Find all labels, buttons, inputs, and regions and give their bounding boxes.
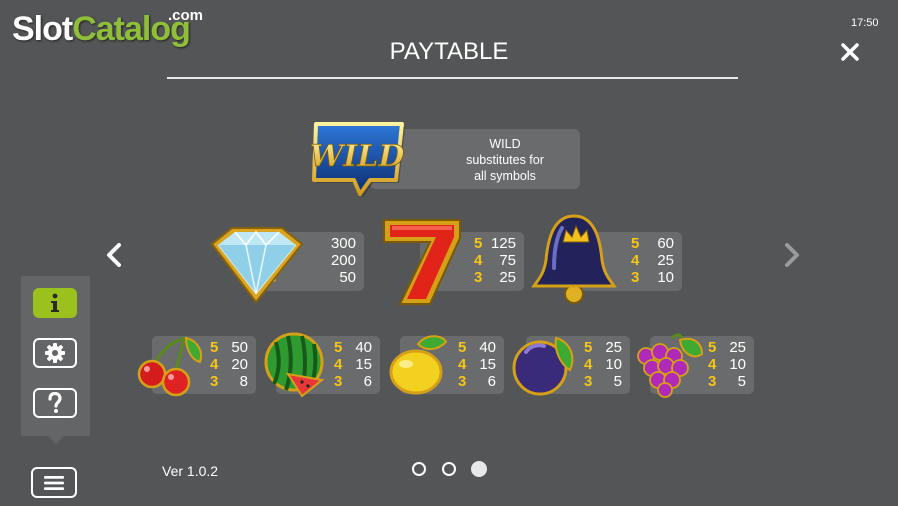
pay-value: 125 <box>490 235 516 252</box>
pay-value: 8 <box>239 373 248 390</box>
pay-count: 5 <box>334 339 343 356</box>
status-clock: 17:50 <box>851 17 879 29</box>
bell-icon <box>531 214 617 304</box>
cherries-icon <box>137 336 202 397</box>
page-dot-2[interactable] <box>442 462 456 476</box>
settings-button[interactable] <box>33 338 77 368</box>
lemon-symbol <box>388 332 450 398</box>
wild-description: WILD substitutes for all symbols <box>430 136 580 184</box>
pay-value: 40 <box>355 339 372 356</box>
pay-count: 5 <box>458 339 467 356</box>
wild-line-2: substitutes for <box>466 153 544 167</box>
lemon-icon <box>389 335 448 395</box>
wild-line-3: all symbols <box>474 169 536 183</box>
info-button[interactable] <box>33 288 77 318</box>
page-title: PAYTABLE <box>389 38 509 65</box>
chevron-right-icon <box>785 243 799 267</box>
pay-value: 50 <box>339 269 356 286</box>
side-menu-pointer <box>48 436 64 444</box>
grapes-symbol <box>632 330 706 398</box>
wild-title: WILD <box>489 137 521 151</box>
pay-value: 60 <box>657 235 674 252</box>
pay-count: 3 <box>584 373 593 390</box>
menu-button[interactable] <box>31 467 77 498</box>
page-dot-1[interactable] <box>412 462 426 476</box>
pay-count: 3 <box>334 373 343 390</box>
pay-value: 20 <box>231 356 248 373</box>
logo-com-text: .com <box>168 7 204 24</box>
watermelon-symbol <box>262 330 328 398</box>
diamond-icon <box>210 227 304 304</box>
pay-value: 10 <box>605 356 622 373</box>
pay-count: 5 <box>474 235 483 252</box>
pay-value: 40 <box>479 339 496 356</box>
pay-value: 75 <box>499 252 516 269</box>
help-button[interactable] <box>33 388 77 418</box>
pay-count: 4 <box>210 356 219 373</box>
pay-value: 5 <box>613 373 622 390</box>
pay-count: 4 <box>708 356 717 373</box>
pay-value: 6 <box>487 373 496 390</box>
next-page-button[interactable] <box>782 240 802 270</box>
pay-count: 3 <box>474 269 483 286</box>
info-icon <box>51 293 59 312</box>
pay-count: 4 <box>334 356 343 373</box>
title-divider <box>167 77 738 79</box>
bell-symbol <box>530 212 618 308</box>
seven-icon <box>383 219 461 305</box>
plum-icon <box>512 336 574 396</box>
grapes-icon <box>637 333 704 398</box>
pay-count: 4 <box>474 252 483 269</box>
close-button[interactable] <box>838 40 862 64</box>
pay-count: 4 <box>631 252 640 269</box>
pay-value: 10 <box>657 269 674 286</box>
question-mark-icon <box>48 392 62 413</box>
svg-text:WILD: WILD <box>310 139 405 174</box>
watermelon-icon <box>264 332 325 398</box>
plum-symbol <box>510 332 580 398</box>
pay-count: 3 <box>210 373 219 390</box>
pay-value: 50 <box>231 339 248 356</box>
pay-value: 10 <box>729 356 746 373</box>
pay-count: 5 <box>210 339 219 356</box>
close-icon <box>841 43 859 61</box>
gear-icon <box>45 343 65 363</box>
pay-value: 200 <box>330 252 356 269</box>
pay-count: 5 <box>631 235 640 252</box>
pay-value: 15 <box>355 356 372 373</box>
hamburger-menu-icon <box>44 475 64 490</box>
previous-page-button[interactable] <box>104 240 124 270</box>
pay-value: 25 <box>499 269 516 286</box>
pay-value: 25 <box>605 339 622 356</box>
pay-count: 4 <box>458 356 467 373</box>
wild-icon: WILD <box>309 122 405 197</box>
pay-count: 5 <box>584 339 593 356</box>
pay-value: 15 <box>479 356 496 373</box>
page-dot-3[interactable] <box>471 461 487 477</box>
pay-count: 4 <box>584 356 593 373</box>
pay-count: 3 <box>631 269 640 286</box>
wild-symbol: WILD <box>308 118 408 198</box>
pay-value: 25 <box>729 339 746 356</box>
cherries-symbol <box>134 332 208 398</box>
pay-count: 5 <box>708 339 717 356</box>
chevron-left-icon <box>107 243 121 267</box>
diamond-symbol <box>208 222 306 306</box>
pay-count: 3 <box>458 373 467 390</box>
pay-value: 5 <box>737 373 746 390</box>
pay-value: 25 <box>657 252 674 269</box>
seven-symbol <box>376 214 468 310</box>
pay-value: 6 <box>363 373 372 390</box>
pay-value: 300 <box>330 235 356 252</box>
version-label: Ver 1.0.2 <box>162 463 219 479</box>
pay-count: 3 <box>708 373 717 390</box>
